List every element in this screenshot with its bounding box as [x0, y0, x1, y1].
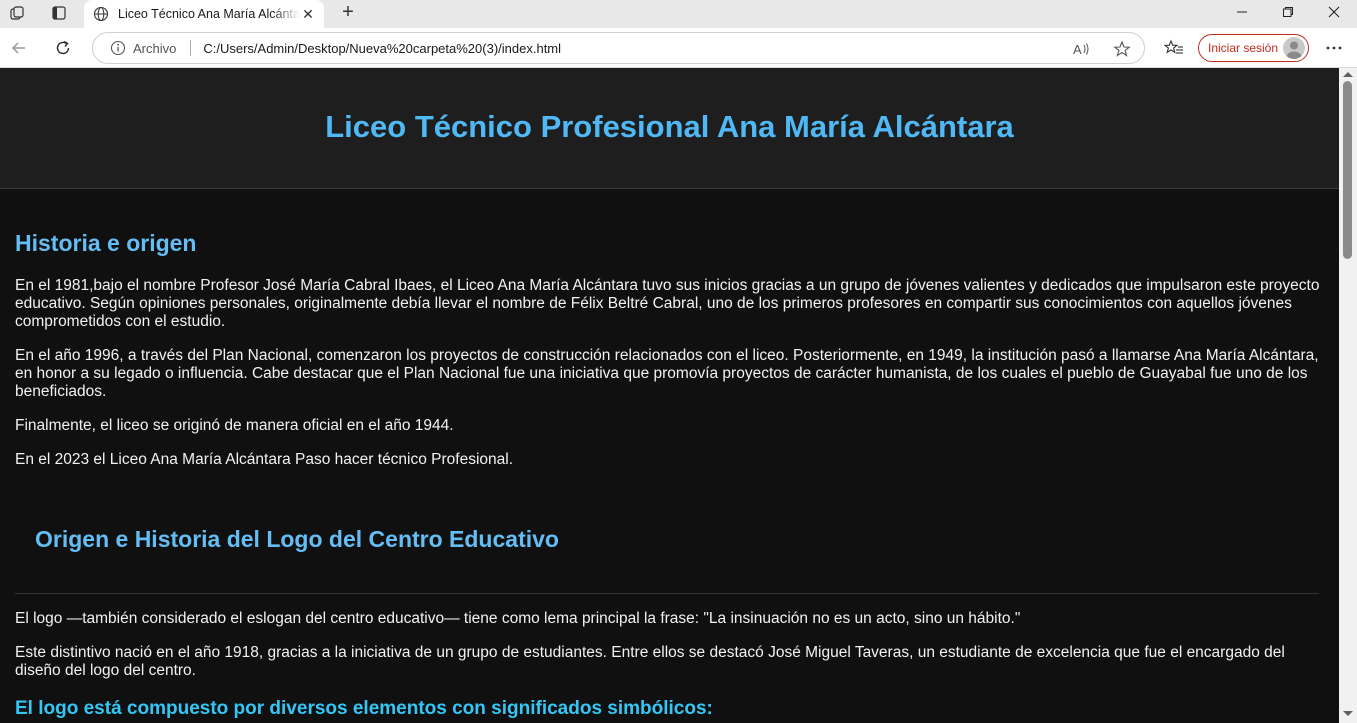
history-paragraph-4: En el 2023 el Liceo Ana María Alcántara …	[15, 451, 514, 468]
window-close-icon[interactable]	[1311, 0, 1357, 24]
section-divider	[15, 593, 1319, 594]
page-title: Liceo Técnico Profesional Ana María Alcá…	[325, 109, 1014, 144]
tab-strip: Liceo Técnico Ana María Alcántara ✕ +	[0, 0, 1357, 28]
signin-label: Iniciar sesión	[1208, 41, 1279, 55]
scroll-down-icon[interactable]	[1343, 711, 1353, 716]
history-heading: Historia e origen	[15, 230, 197, 256]
scroll-up-icon[interactable]	[1343, 72, 1353, 77]
address-label: Archivo	[133, 40, 177, 56]
logo-elements-heading: El logo está compuesto por diversos elem…	[15, 698, 713, 719]
url-text[interactable]: C:/Users/Admin/Desktop/Nueva%20carpeta%2…	[203, 41, 561, 56]
page-scrollbar[interactable]	[1339, 68, 1357, 723]
scrollbar-thumb[interactable]	[1343, 81, 1352, 259]
tab-title: Liceo Técnico Ana María Alcántara	[118, 7, 300, 21]
close-icon[interactable]: ✕	[300, 6, 316, 22]
back-icon[interactable]	[5, 34, 33, 62]
profile-icon	[1283, 37, 1305, 59]
info-icon[interactable]	[109, 39, 127, 57]
maximize-icon[interactable]	[1265, 0, 1311, 24]
signin-button[interactable]: Iniciar sesión	[1198, 34, 1309, 62]
favorite-star-icon[interactable]	[1111, 39, 1133, 59]
new-tab-icon[interactable]: +	[334, 0, 362, 24]
history-paragraph-2: En el año 1996, a través del Plan Nacion…	[15, 347, 1319, 400]
tab-actions-icon[interactable]	[46, 2, 72, 24]
more-icon[interactable]	[1320, 34, 1348, 62]
logo-paragraph-2: Este distintivo nació en el año 1918, gr…	[15, 644, 1285, 679]
logo-paragraph-1: El logo —también considerado el eslogan …	[15, 610, 1021, 627]
refresh-icon[interactable]	[49, 34, 77, 62]
globe-icon	[92, 5, 110, 23]
history-paragraph-1: En el 1981,bajo el nombre Profesor José …	[15, 277, 1320, 330]
read-aloud-icon[interactable]: A	[1071, 39, 1093, 59]
history-paragraph-3: Finalmente, el liceo se originó de maner…	[15, 417, 454, 434]
site-header: Liceo Técnico Profesional Ana María Alcá…	[0, 68, 1339, 189]
address-bar[interactable]: Archivo C:/Users/Admin/Desktop/Nueva%20c…	[92, 32, 1145, 64]
workspaces-icon[interactable]	[4, 2, 30, 24]
address-separator	[190, 40, 192, 56]
active-tab[interactable]: Liceo Técnico Ana María Alcántara ✕	[84, 0, 324, 28]
favorites-icon[interactable]	[1160, 34, 1188, 62]
browser-toolbar: Archivo C:/Users/Admin/Desktop/Nueva%20c…	[0, 28, 1357, 68]
page-viewport: Liceo Técnico Profesional Ana María Alcá…	[0, 68, 1339, 723]
svg-text:A: A	[1073, 42, 1082, 57]
logo-heading: Origen e Historia del Logo del Centro Ed…	[35, 526, 559, 552]
minimize-icon[interactable]	[1219, 0, 1265, 24]
